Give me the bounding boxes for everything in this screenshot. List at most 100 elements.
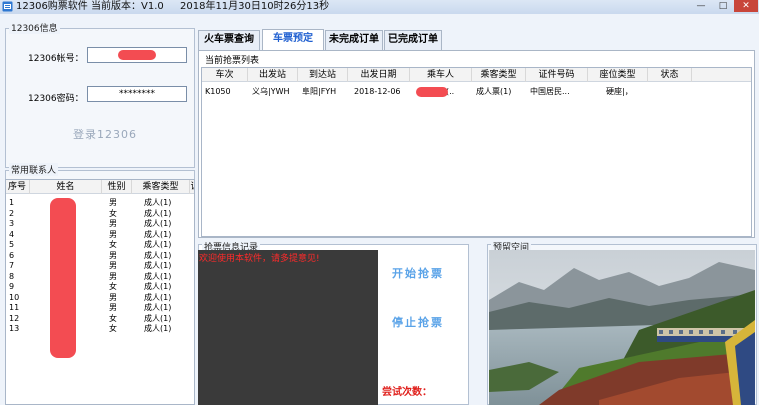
contact-type: 成人(1)	[144, 240, 172, 249]
contact-row[interactable]: 1 男 成人(1)	[6, 198, 194, 209]
tab-ticket-query[interactable]: 火车票查询	[198, 30, 260, 50]
close-button[interactable]: ✕	[734, 0, 758, 12]
contact-row[interactable]: 2 女 成人(1)	[6, 209, 194, 220]
booking-idtype: 中国居民...	[530, 87, 570, 96]
current-datetime: 2018年11月30日10时26分13秒	[180, 1, 330, 12]
booking-to: 阜阳|FYH	[302, 87, 337, 96]
contacts-table: 序号 姓名 性别 乘客类型 证 1男成人(1)2女成人(1)3男成人(1)4男成…	[5, 179, 195, 405]
tab-pending-orders[interactable]: 未完成订单	[325, 30, 383, 50]
contacts-group-title: 常用联系人	[9, 163, 59, 176]
col-header-from[interactable]: 出发站	[248, 68, 298, 82]
contact-type: 成人(1)	[144, 261, 172, 270]
booking-row[interactable]: K1050 义乌|YWH 阜阳|FYH 2018-12-06 (.. 成人票(1…	[202, 86, 751, 98]
col-header-idno[interactable]: 证件号码	[526, 68, 588, 82]
contact-row[interactable]: 8 男 成人(1)	[6, 272, 194, 283]
col-header-train[interactable]: 车次	[202, 68, 248, 82]
contact-no: 11	[9, 303, 20, 312]
log-console: 欢迎使用本软件，请多提意见!	[198, 250, 378, 405]
contact-type: 成人(1)	[144, 292, 172, 302]
password-input[interactable]: ********	[87, 86, 187, 102]
contact-gender: 男	[109, 271, 117, 281]
contacts-table-header: 序号 姓名 性别 乘客类型 证	[6, 180, 194, 194]
contact-type: 成人(1)	[144, 219, 172, 228]
contact-gender: 女	[109, 324, 117, 333]
contact-row[interactable]: 5 女 成人(1)	[6, 240, 194, 251]
contact-gender: 男	[109, 292, 117, 302]
contact-type: 成人(1)	[144, 198, 172, 207]
contact-type: 成人(1)	[144, 250, 172, 260]
contact-no: 12	[9, 313, 20, 323]
tab-ticket-booking[interactable]: 车票预定	[262, 29, 324, 50]
contact-gender: 女	[109, 240, 117, 249]
password-label: 12306密码：	[28, 94, 84, 104]
contact-no: 2	[9, 208, 15, 218]
col-header-name[interactable]: 姓名	[30, 180, 102, 194]
contact-gender: 男	[109, 219, 117, 228]
booking-table-header: 车次 出发站 到达站 出发日期 乘车人 乘客类型 证件号码 座位类型 状态	[202, 68, 751, 82]
col-header-ptype[interactable]: 乘客类型	[472, 68, 526, 82]
contact-gender: 男	[109, 303, 117, 312]
booking-panel: 当前抢票列表 车次 出发站 到达站 出发日期 乘车人 乘客类型 证件号码 座位类…	[198, 50, 755, 238]
contact-gender: 男	[109, 250, 117, 260]
account-label: 12306帐号：	[28, 54, 84, 64]
contact-no: 6	[9, 250, 15, 260]
contact-type: 成人(1)	[144, 324, 172, 333]
col-header-gender[interactable]: 性别	[102, 180, 132, 194]
col-header-type[interactable]: 乘客类型	[132, 180, 190, 194]
contact-type: 成人(1)	[144, 313, 172, 323]
contact-gender: 女	[109, 208, 117, 218]
contact-no: 1	[9, 198, 15, 207]
log-message: 欢迎使用本软件，请多提意见!	[199, 254, 320, 264]
contact-no: 7	[9, 261, 15, 270]
redacted-passenger	[416, 87, 448, 97]
booking-ptype: 成人票(1)	[476, 87, 512, 96]
contact-row[interactable]: 7 男 成人(1)	[6, 261, 194, 272]
booking-table: 车次 出发站 到达站 出发日期 乘车人 乘客类型 证件号码 座位类型 状态 K1…	[201, 67, 752, 237]
contact-gender: 男	[109, 198, 117, 207]
scenic-image	[489, 250, 755, 405]
login-button[interactable]: 登录12306	[73, 126, 137, 142]
minimize-button[interactable]: —	[690, 0, 712, 12]
tab-completed-orders[interactable]: 已完成订单	[384, 30, 442, 50]
col-header-passenger[interactable]: 乘车人	[410, 68, 472, 82]
contact-type: 成人(1)	[144, 271, 172, 281]
contact-row[interactable]: 9 女 成人(1)	[6, 282, 194, 293]
contact-no: 9	[9, 282, 15, 291]
contact-no: 4	[9, 229, 15, 239]
stop-grab-button[interactable]: 停止抢票	[392, 314, 444, 330]
contact-row[interactable]: 12 女 成人(1)	[6, 314, 194, 325]
booking-passenger: (..	[446, 87, 455, 96]
contact-row[interactable]: 13 女 成人(1)	[6, 324, 194, 335]
contact-row[interactable]: 6 男 成人(1)	[6, 251, 194, 262]
contact-row[interactable]: 11 男 成人(1)	[6, 303, 194, 314]
app-icon	[2, 1, 13, 12]
contact-row[interactable]: 4 男 成人(1)	[6, 230, 194, 241]
contact-row[interactable]: 10 男 成人(1)	[6, 293, 194, 304]
maximize-button[interactable]: □	[712, 0, 734, 12]
contact-type: 成人(1)	[144, 229, 172, 239]
contact-row[interactable]: 3 男 成人(1)	[6, 219, 194, 230]
contact-no: 13	[9, 324, 20, 333]
booking-seat: 硬座|，	[606, 87, 633, 96]
tries-count-label: 尝试次数：	[382, 387, 432, 398]
col-header-to[interactable]: 到达站	[298, 68, 348, 82]
col-header-date[interactable]: 出发日期	[348, 68, 410, 82]
start-grab-button[interactable]: 开始抢票	[392, 265, 444, 281]
redacted-names	[50, 198, 76, 358]
booking-date: 2018-12-06	[354, 87, 401, 96]
contact-gender: 女	[109, 313, 117, 323]
contact-type: 成人(1)	[144, 208, 172, 218]
contact-no: 8	[9, 271, 15, 281]
contact-gender: 男	[109, 261, 117, 270]
col-header-status[interactable]: 状态	[648, 68, 692, 82]
title-bar: 12306购票软件 当前版本：V1.0 2018年11月30日10时26分13秒…	[0, 0, 759, 14]
scenic-train-photo	[489, 250, 755, 405]
contact-no: 5	[9, 240, 15, 249]
col-header-seat[interactable]: 座位类型	[588, 68, 648, 82]
login-group: 12306信息 12306帐号： 12306密码： ******** 登录123…	[5, 21, 195, 168]
booking-train: K1050	[205, 87, 231, 96]
redacted-account	[118, 50, 156, 60]
col-header-no[interactable]: 序号	[6, 180, 30, 194]
booking-from: 义乌|YWH	[252, 87, 290, 96]
col-header-id[interactable]: 证	[190, 180, 194, 194]
